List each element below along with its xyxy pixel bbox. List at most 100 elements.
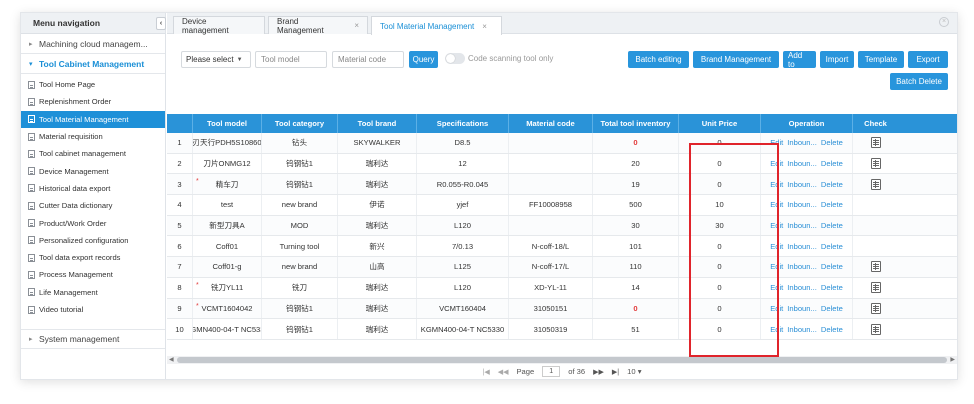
code-scanning-toggle[interactable]: Code scanning tool only [445, 53, 553, 64]
close-icon[interactable]: × [354, 21, 359, 30]
previous-page-icon[interactable]: ◀◀ [498, 368, 509, 376]
header-unit-price[interactable]: Unit Price [679, 114, 761, 133]
header-tool-category[interactable]: Tool category [262, 114, 338, 133]
table-row[interactable]: 7 Coff01-g new brand 山高 L125 N-coff-17/L 110 0 E… [167, 257, 957, 278]
tab-device-management[interactable]: Device management [173, 16, 265, 35]
brand-management-button[interactable]: Brand Management [693, 51, 779, 68]
import-button[interactable]: Import [820, 51, 854, 68]
batch-editing-button[interactable]: Batch editing [628, 51, 689, 68]
header-total-inventory[interactable]: Total tool inventory [593, 114, 679, 133]
inbound-link[interactable]: Inboun... [787, 200, 817, 209]
sidebar-item-cutter-data-dictionary[interactable]: Cutter Data dictionary [21, 197, 165, 214]
tab-brand-management[interactable]: Brand Management × [268, 16, 368, 35]
edit-link[interactable]: Edit [770, 180, 783, 189]
edit-link[interactable]: Edit [770, 221, 783, 230]
next-page-icon[interactable]: ▶▶ [593, 368, 604, 376]
sidebar-item-tool-material-management[interactable]: Tool Material Management [21, 110, 165, 128]
material-code-input[interactable]: Material code [332, 51, 404, 68]
page-number-input[interactable]: 1 [542, 366, 561, 377]
inbound-link[interactable]: Inboun... [787, 304, 817, 313]
template-button[interactable]: Template [858, 51, 904, 68]
toggle-switch[interactable] [445, 53, 465, 64]
sidebar-group-machining[interactable]: ▸ Machining cloud managem... [21, 34, 165, 54]
close-all-tabs-icon[interactable]: × [939, 17, 949, 27]
table-row[interactable]: 10KGMN400-04-T NC5330钨钢钻1瑞利达KGMN400-04-T… [167, 319, 957, 340]
inbound-link[interactable]: Inboun... [787, 138, 817, 147]
delete-link[interactable]: Delete [821, 200, 843, 209]
tool-model-input[interactable]: Tool model [255, 51, 327, 68]
edit-link[interactable]: Edit [770, 304, 783, 313]
table-row[interactable]: 3 * 精车刀 钨钢钻1 瑞利达 R0.055-R0.045 19 0 Edit Inboun..… [167, 174, 957, 196]
header-tool-brand[interactable]: Tool brand [338, 114, 417, 133]
collapse-sidebar-icon[interactable]: ‹ [156, 17, 166, 30]
edit-link[interactable]: Edit [770, 159, 783, 168]
sidebar-item-tool-cabinet-management[interactable]: Tool cabinet management [21, 145, 165, 162]
export-button[interactable]: Export [908, 51, 948, 68]
table-view-icon[interactable] [870, 158, 881, 170]
edit-link[interactable]: Edit [770, 138, 783, 147]
table-view-icon[interactable] [870, 137, 881, 149]
sidebar-item-tool-home-page[interactable]: Tool Home Page [21, 76, 165, 93]
table-view-icon[interactable] [870, 302, 881, 314]
horizontal-scrollbar[interactable]: ◀ ▶ [167, 356, 957, 364]
sidebar-item-product-work-order[interactable]: Product/Work Order [21, 214, 165, 231]
table-row[interactable]: 8 * 铣刀YL11 铣刀 瑞利达 L120 XD-YL-11 14 0 Edit Inboun..… [167, 277, 957, 299]
sidebar-item-process-management[interactable]: Process Management [21, 266, 165, 283]
query-button[interactable]: Query [409, 51, 438, 68]
edit-link[interactable]: Edit [770, 242, 783, 251]
sidebar-item-personalized-configuration[interactable]: Personalized configuration [21, 232, 165, 249]
scrollbar-thumb[interactable] [177, 357, 947, 363]
add-to-button[interactable]: Add to [783, 51, 816, 69]
scroll-left-icon[interactable]: ◀ [169, 356, 174, 363]
sidebar-group-tool-cabinet[interactable]: ▾ Tool Cabinet Management [21, 54, 165, 74]
edit-link[interactable]: Edit [770, 262, 783, 271]
sidebar-item-life-management[interactable]: Life Management [21, 284, 165, 301]
page-size-select[interactable]: 10 ▾ [627, 367, 641, 376]
table-row[interactable]: 1 刃天行PDH5S10860 钻头 SKYWALKER D8.5 0 0 Edit Inbou… [167, 133, 957, 154]
table-view-icon[interactable] [870, 323, 881, 335]
delete-link[interactable]: Delete [821, 180, 843, 189]
tab-tool-material-management[interactable]: Tool Material Management × [371, 16, 502, 35]
first-page-icon[interactable]: |◀ [483, 368, 490, 376]
close-icon[interactable]: × [482, 22, 487, 31]
delete-link[interactable]: Delete [821, 262, 843, 271]
delete-link[interactable]: Delete [821, 283, 843, 292]
sidebar-group-system-management[interactable]: ▸ System management [21, 329, 165, 349]
batch-delete-button[interactable]: Batch Delete [890, 73, 948, 90]
table-row[interactable]: 9 * VCMT1604042 钨钢钻1 瑞利达 VCMT160404 31050151 0 0… [167, 298, 957, 320]
scroll-right-icon[interactable]: ▶ [950, 356, 955, 363]
sidebar-item-device-management[interactable]: Device Management [21, 162, 165, 179]
last-page-icon[interactable]: ▶| [612, 368, 619, 376]
inbound-link[interactable]: Inboun... [787, 180, 817, 189]
inbound-link[interactable]: Inboun... [787, 283, 817, 292]
table-row[interactable]: 5 新型刀具A MOD 瑞利达 L120 30 30 Edit Inboun... Delete [167, 215, 957, 237]
table-view-icon[interactable] [870, 261, 881, 273]
delete-link[interactable]: Delete [821, 138, 843, 147]
delete-link[interactable]: Delete [821, 221, 843, 230]
table-view-icon[interactable] [870, 178, 881, 190]
inbound-link[interactable]: Inboun... [787, 262, 817, 271]
edit-link[interactable]: Edit [770, 283, 783, 292]
table-row[interactable]: 4 test new brand 伊诺 yjef FF10008958 500 10 Edit I… [167, 195, 957, 216]
table-row[interactable]: 6 Coff01 Turning tool 新兴 7/0.13 N-coff-18/L 10… [167, 236, 957, 258]
table-view-icon[interactable] [870, 282, 881, 294]
table-row[interactable]: 2 刀片ONMG12 钨钢钻1 瑞利达 12 20 0 Edit Inboun... Delete [167, 153, 957, 175]
delete-link[interactable]: Delete [821, 325, 843, 334]
delete-link[interactable]: Delete [821, 159, 843, 168]
sidebar-item-replenishment-order[interactable]: Replenishment Order [21, 93, 165, 110]
sidebar-item-tool-data-export-records[interactable]: Tool data export records [21, 249, 165, 266]
inbound-link[interactable]: Inboun... [787, 325, 817, 334]
header-material-code[interactable]: Material code [509, 114, 593, 133]
inbound-link[interactable]: Inboun... [787, 242, 817, 251]
delete-link[interactable]: Delete [821, 304, 843, 313]
sidebar-item-material-requisition[interactable]: Material requisition [21, 128, 165, 145]
category-select[interactable]: Please select ▼ [181, 51, 251, 68]
delete-link[interactable]: Delete [821, 242, 843, 251]
sidebar-item-video-tutorial[interactable]: Video tutorial [21, 301, 165, 318]
inbound-link[interactable]: Inboun... [787, 221, 817, 230]
header-tool-model[interactable]: Tool model [193, 114, 262, 133]
sidebar-item-historical-data-export[interactable]: Historical data export [21, 180, 165, 197]
edit-link[interactable]: Edit [770, 200, 783, 209]
inbound-link[interactable]: Inboun... [787, 159, 817, 168]
header-specifications[interactable]: Specifications [417, 114, 509, 133]
